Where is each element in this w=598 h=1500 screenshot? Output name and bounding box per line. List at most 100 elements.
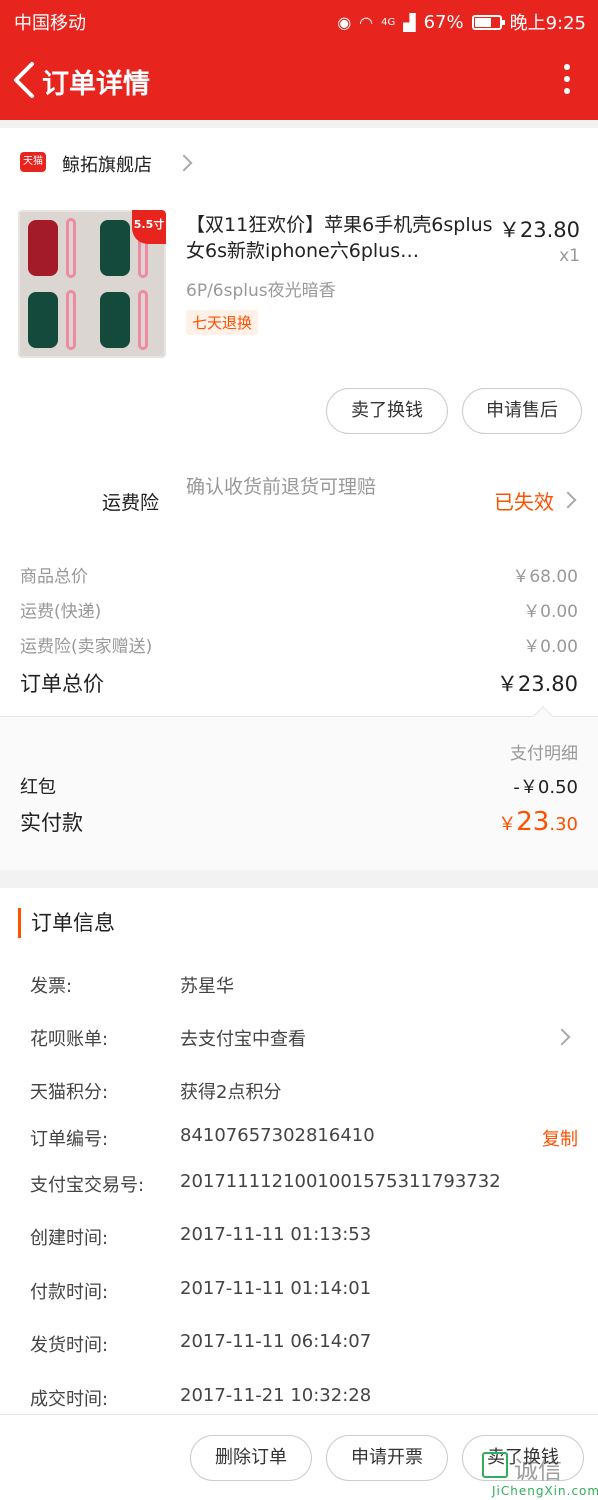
- info-row-alipay-trade: 支付宝交易号: 2017111121001001575311793732: [30, 1171, 578, 1201]
- summary-value: ￥0.00: [523, 637, 578, 657]
- info-value: 去支付宝中查看: [180, 1029, 306, 1050]
- info-row-completed: 成交时间: 2017-11-21 10:32:28: [30, 1385, 578, 1415]
- watermark-url: JiChengXin.com: [492, 1484, 598, 1498]
- order-info-card: 订单信息 发票: 苏星华 花呗账单: 去支付宝中查看 天猫积分: 获得2点积分 …: [0, 888, 598, 1418]
- redpacket-row: 红包 -￥0.50: [20, 773, 578, 799]
- status-icons: ◉ ◠ 4G ▟ 67% 晚上9:25: [337, 9, 586, 35]
- order-total-value: ￥23.80: [496, 672, 578, 696]
- redpacket-value: -￥0.50: [513, 777, 578, 798]
- info-value: 2017-11-21 10:32:28: [180, 1385, 372, 1406]
- order-total-label: 订单总价: [20, 672, 104, 696]
- info-row-huabei[interactable]: 花呗账单: 去支付宝中查看: [30, 1025, 578, 1055]
- lanyard: [66, 290, 76, 350]
- redpacket-label: 红包: [20, 777, 56, 798]
- info-label: 付款时间:: [30, 1282, 109, 1303]
- product-title[interactable]: 【双11狂欢价】苹果6手机壳6splus女6s新款iphone六6plus…: [186, 212, 496, 264]
- info-value: 2017111121001001575311793732: [180, 1171, 501, 1192]
- summary-label: 运费(快递): [20, 602, 102, 622]
- info-value: 苏星华: [180, 976, 234, 997]
- product-price: ￥23.80: [498, 218, 580, 242]
- info-label: 发货时间:: [30, 1335, 109, 1356]
- battery-icon: [471, 14, 505, 30]
- info-value: 获得2点积分: [180, 1082, 282, 1103]
- info-value: 2017-11-11 01:14:01: [180, 1278, 372, 1299]
- image-cell: [92, 284, 164, 356]
- summary-value: ￥0.00: [523, 602, 578, 622]
- info-row-order-number: 订单编号: 84107657302816410 复制: [30, 1125, 578, 1155]
- chevron-right-icon: [553, 1028, 571, 1046]
- signal-icon: ▟: [403, 12, 416, 32]
- summary-value: ￥68.00: [512, 567, 578, 587]
- payment-section: 支付明细 红包 -￥0.50 实付款 ￥23.30: [0, 706, 598, 870]
- info-row-created: 创建时间: 2017-11-11 01:13:53: [30, 1224, 578, 1254]
- info-row-invoice: 发票: 苏星华: [30, 972, 578, 1002]
- back-arrow-icon[interactable]: [8, 58, 44, 102]
- order-total-row: 订单总价 ￥23.80: [20, 668, 578, 698]
- shop-row[interactable]: 天猫 鲸拓旗舰店: [0, 146, 598, 182]
- paid-row: 实付款 ￥23.30: [20, 807, 578, 837]
- summary-row: 运费险(卖家赠送) ￥0.00: [20, 632, 578, 657]
- image-cell: [20, 212, 92, 284]
- chevron-right-icon: [175, 154, 193, 172]
- battery-percent: 67%: [423, 11, 464, 33]
- status-bar: 中国移动 ◉ ◠ 4G ▟ 67% 晚上9:25: [0, 0, 598, 40]
- lanyard: [66, 218, 76, 278]
- paid-label: 实付款: [20, 811, 83, 835]
- product-spec: 6P/6splus夜光暗香: [186, 281, 336, 301]
- info-label: 成交时间:: [30, 1389, 109, 1410]
- order-info-header: 订单信息: [18, 908, 115, 938]
- insurance-description: 确认收货前退货可理赔: [186, 476, 377, 498]
- eye-icon: ◉: [337, 12, 352, 32]
- summary-row: 运费(快递) ￥0.00: [20, 597, 578, 622]
- case-green: [28, 292, 58, 348]
- more-menu-icon[interactable]: [562, 64, 572, 98]
- case-green: [100, 220, 130, 276]
- wifi-icon: ◠: [359, 12, 374, 32]
- info-value: 2017-11-11 01:13:53: [180, 1224, 372, 1245]
- sell-button[interactable]: 卖了换钱: [326, 388, 448, 434]
- insurance-label: 运费险: [102, 492, 160, 514]
- image-cell: [20, 284, 92, 356]
- info-row-points: 天猫积分: 获得2点积分: [30, 1078, 578, 1108]
- product-quantity: x1: [559, 246, 580, 266]
- payment-detail-link[interactable]: 支付明细: [510, 739, 578, 764]
- network-type: 4G: [381, 16, 396, 28]
- lanyard: [138, 290, 148, 350]
- info-row-paid: 付款时间: 2017-11-11 01:14:01: [30, 1278, 578, 1308]
- carrier-label: 中国移动: [14, 13, 86, 34]
- product-image[interactable]: 5.5寸: [18, 210, 166, 358]
- caret-up-icon: [533, 706, 553, 726]
- watermark-text: 诚信: [514, 1456, 562, 1484]
- tmall-logo-icon: 天猫: [20, 152, 46, 172]
- info-value: 84107657302816410: [180, 1125, 375, 1146]
- info-label: 支付宝交易号:: [30, 1175, 145, 1196]
- info-label: 订单编号:: [30, 1129, 109, 1150]
- info-label: 天猫积分:: [30, 1082, 109, 1103]
- shop-name: 鲸拓旗舰店: [62, 155, 152, 176]
- order-item-card: 天猫 鲸拓旗舰店 5.5寸 【双11狂欢价】苹果6手机壳6splus女6s新款i…: [0, 128, 598, 870]
- case-green: [100, 292, 130, 348]
- copy-button[interactable]: 复制: [542, 1125, 578, 1151]
- watermark-logo: 诚信 JiChengXin.com: [480, 1448, 598, 1500]
- summary-label: 运费险(卖家赠送): [20, 637, 153, 657]
- paid-currency: ￥: [498, 814, 517, 835]
- request-invoice-button[interactable]: 申请开票: [326, 1435, 448, 1481]
- paid-amount: ￥23.30: [498, 807, 578, 837]
- after-sale-button[interactable]: 申请售后: [462, 388, 582, 434]
- paid-integer: 23: [516, 807, 550, 837]
- insurance-status[interactable]: 已失效: [494, 486, 554, 515]
- return-policy-tag: 七天退换: [186, 310, 259, 335]
- summary-row: 商品总价 ￥68.00: [20, 562, 578, 587]
- info-row-shipped: 发货时间: 2017-11-11 06:14:07: [30, 1331, 578, 1361]
- info-label: 创建时间:: [30, 1228, 109, 1249]
- chevron-right-icon: [559, 491, 577, 509]
- paid-decimal: .30: [549, 814, 578, 835]
- watermark-box-icon: [482, 1452, 508, 1478]
- delete-order-button[interactable]: 删除订单: [190, 1435, 312, 1481]
- info-label: 发票:: [30, 976, 73, 997]
- clock: 晚上9:25: [509, 13, 586, 34]
- app-header: 中国移动 ◉ ◠ 4G ▟ 67% 晚上9:25 订单详情: [0, 0, 598, 120]
- info-value: 2017-11-11 06:14:07: [180, 1331, 372, 1352]
- case-red: [28, 220, 58, 276]
- page-title: 订单详情: [42, 69, 150, 100]
